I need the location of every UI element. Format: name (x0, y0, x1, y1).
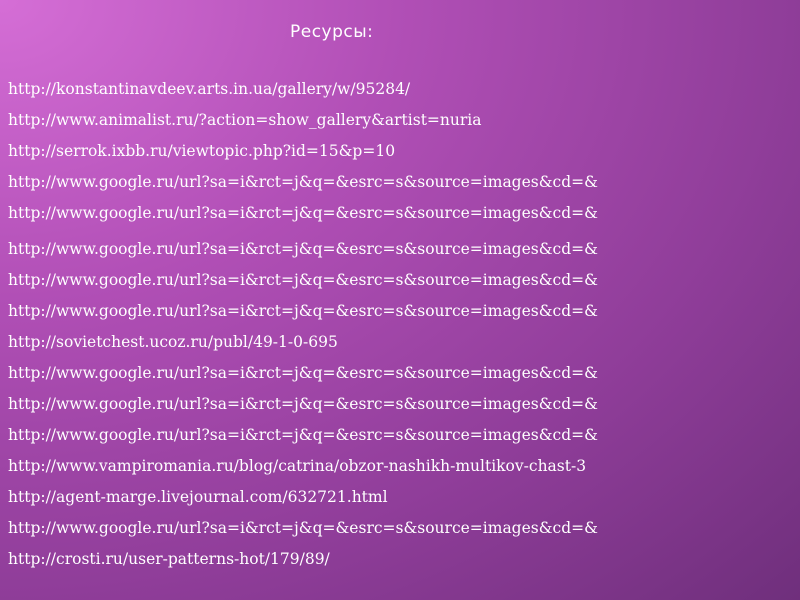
resource-link[interactable]: http://www.google.ru/url?sa=i&rct=j&q=&e… (8, 364, 598, 382)
resource-link[interactable]: http://www.google.ru/url?sa=i&rct=j&q=&e… (8, 271, 598, 289)
resource-link[interactable]: http://www.google.ru/url?sa=i&rct=j&q=&e… (8, 426, 598, 444)
resource-link[interactable]: http://www.google.ru/url?sa=i&rct=j&q=&e… (8, 173, 598, 191)
resource-link[interactable]: http://www.animalist.ru/?action=show_gal… (8, 111, 598, 129)
resource-link[interactable]: http://sovietchest.ucoz.ru/publ/49-1-0-6… (8, 333, 598, 351)
resource-link[interactable]: http://crosti.ru/user-patterns-hot/179/8… (8, 550, 598, 568)
resource-link[interactable]: http://www.google.ru/url?sa=i&rct=j&q=&e… (8, 240, 598, 258)
resource-link[interactable]: http://www.google.ru/url?sa=i&rct=j&q=&e… (8, 395, 598, 413)
resource-link-list: http://konstantinavdeev.arts.in.ua/galle… (8, 80, 598, 568)
resource-link[interactable]: http://agent-marge.livejournal.com/63272… (8, 488, 598, 506)
resource-link[interactable]: http://konstantinavdeev.arts.in.ua/galle… (8, 80, 598, 98)
resource-link[interactable]: http://www.google.ru/url?sa=i&rct=j&q=&e… (8, 519, 598, 537)
resource-link[interactable]: http://www.google.ru/url?sa=i&rct=j&q=&e… (8, 302, 598, 320)
resource-link[interactable]: http://www.vampiromania.ru/blog/catrina/… (8, 457, 598, 475)
resource-link[interactable]: http://serrok.ixbb.ru/viewtopic.php?id=1… (8, 142, 598, 160)
resource-link[interactable]: http://www.google.ru/url?sa=i&rct=j&q=&e… (8, 204, 598, 222)
slide-title: Ресурсы: (290, 22, 374, 42)
slide: Ресурсы: http://konstantinavdeev.arts.in… (0, 0, 800, 600)
